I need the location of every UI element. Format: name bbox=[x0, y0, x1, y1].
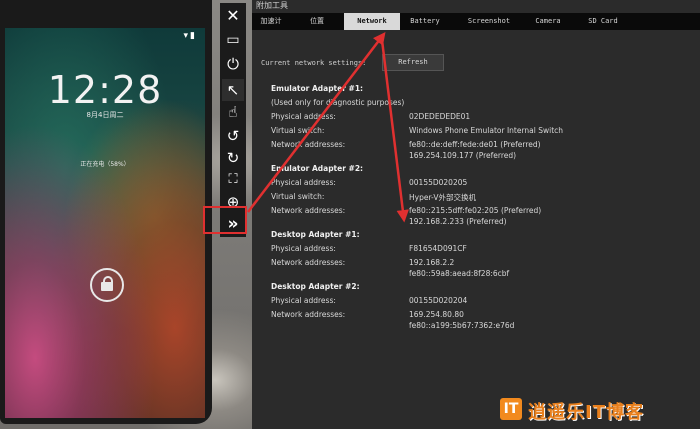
tab-location[interactable]: 位置 bbox=[296, 13, 338, 30]
refresh-button[interactable]: Refresh bbox=[382, 54, 444, 71]
pointer-icon[interactable]: ↖ bbox=[222, 79, 244, 101]
adapter-heading: Emulator Adapter #1: bbox=[271, 84, 364, 93]
field-value: 192.168.2.2 bbox=[409, 258, 455, 267]
tab-camera[interactable]: Camera bbox=[528, 13, 568, 30]
charging-status: 正在充电（58%） bbox=[80, 161, 130, 168]
network-tab-content: Current network settings: Refresh Emulat… bbox=[252, 32, 700, 429]
tab-network[interactable]: Network bbox=[344, 13, 400, 30]
lock-screen[interactable]: ▾▮ 12:28 8月4日周二 正在充电（58%） bbox=[5, 28, 205, 418]
blog-logo: IT bbox=[500, 398, 522, 420]
field-value: fe80::215:5dff:fe02:205 (Preferred) bbox=[409, 206, 542, 215]
touch-icon[interactable]: ☝ bbox=[222, 101, 244, 123]
field-value: Hyper-V外部交换机 bbox=[409, 193, 476, 202]
lock-body bbox=[101, 282, 113, 291]
current-network-settings-label: Current network settings: bbox=[261, 59, 367, 67]
lock-screen-clock: 12:28 bbox=[47, 68, 163, 112]
adapter-heading: Emulator Adapter #2: bbox=[271, 164, 364, 173]
field-value: 169.254.109.177 (Preferred) bbox=[409, 151, 517, 160]
field-label: Network addresses: bbox=[271, 140, 346, 149]
field-value: 169.254.80.80 bbox=[409, 310, 464, 319]
fit-screen-icon[interactable]: ⛶ bbox=[222, 169, 244, 191]
adapter-heading: Desktop Adapter #2: bbox=[271, 282, 360, 291]
phone-emulator: ▾▮ 12:28 8月4日周二 正在充电（58%） bbox=[0, 0, 212, 424]
emulator-toolbar: ✕ ▭ ⏻ ↖ ☝ ↺ ↻ ⛶ ⊕ » bbox=[220, 3, 246, 237]
adapter-heading: Desktop Adapter #1: bbox=[271, 230, 360, 239]
field-value: fe80::de:deff:fede:de01 (Preferred) bbox=[409, 140, 541, 149]
field-label: Virtual switch: bbox=[271, 126, 325, 135]
minimize-icon[interactable]: ▭ bbox=[222, 29, 244, 51]
blog-watermark: IT 逍遥乐IT博客 bbox=[500, 396, 700, 426]
rotate-right-icon[interactable]: ↻ bbox=[222, 147, 244, 169]
tab-accelerometer[interactable]: 加速计 bbox=[252, 13, 290, 30]
annotation-highlight-box bbox=[203, 206, 247, 234]
additional-tools-panel: 附加工具 加速计 位置 Network Battery Screenshot C… bbox=[252, 0, 700, 429]
power-icon[interactable]: ⏻ bbox=[222, 53, 244, 75]
field-label: Network addresses: bbox=[271, 206, 346, 215]
field-value: fe80::a199:5b67:7362:e76d bbox=[409, 321, 515, 330]
adapter-note: (Used only for diagnostic purposes) bbox=[271, 98, 405, 107]
tab-battery[interactable]: Battery bbox=[402, 13, 448, 30]
lock-screen-date: 8月4日周二 bbox=[86, 111, 124, 119]
field-value: 192.168.2.233 (Preferred) bbox=[409, 217, 507, 226]
field-value: fe80::59a8:aead:8f28:6cbf bbox=[409, 269, 510, 278]
status-bar-icons: ▾▮ bbox=[183, 31, 197, 41]
unlock-icon[interactable] bbox=[90, 268, 124, 302]
field-value: 02DEDEDEDE01 bbox=[409, 112, 471, 121]
field-label: Physical address: bbox=[271, 296, 336, 305]
field-label: Network addresses: bbox=[271, 310, 346, 319]
field-value: F81654D091CF bbox=[409, 244, 467, 253]
panel-title: 附加工具 bbox=[252, 0, 700, 12]
rotate-left-icon[interactable]: ↺ bbox=[222, 125, 244, 147]
field-label: Virtual switch: bbox=[271, 192, 325, 201]
field-label: Physical address: bbox=[271, 112, 336, 121]
field-value: Windows Phone Emulator Internal Switch bbox=[409, 126, 564, 135]
close-icon[interactable]: ✕ bbox=[222, 5, 244, 27]
field-value: 00155D020204 bbox=[409, 296, 468, 305]
blog-name: 逍遥乐IT博客 bbox=[528, 402, 644, 423]
field-label: Physical address: bbox=[271, 178, 336, 187]
tab-screenshot[interactable]: Screenshot bbox=[458, 13, 520, 30]
tab-bar: 加速计 位置 Network Battery Screenshot Camera… bbox=[252, 13, 700, 30]
tab-sd-card[interactable]: SD Card bbox=[580, 13, 626, 30]
field-label: Network addresses: bbox=[271, 258, 346, 267]
field-label: Physical address: bbox=[271, 244, 336, 253]
field-value: 00155D020205 bbox=[409, 178, 468, 187]
